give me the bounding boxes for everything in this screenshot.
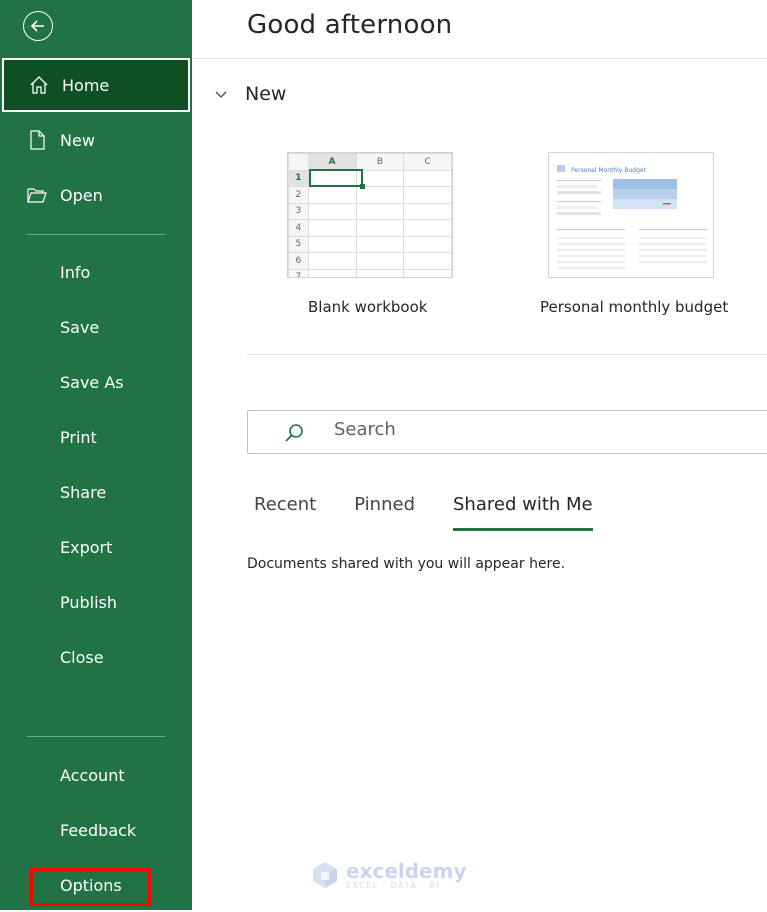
row-header: 6 [288, 252, 309, 270]
sidebar-item-label: Account [60, 765, 125, 785]
column-header: C [403, 153, 452, 171]
budget-preview-title: Personal Monthly Budget [571, 167, 647, 174]
column-header: B [355, 153, 405, 171]
sidebar-item-publish[interactable]: Publish [0, 575, 192, 629]
chevron-down-icon [215, 91, 227, 98]
sidebar-divider [27, 736, 165, 737]
sidebar-item-label: Close [60, 647, 104, 667]
empty-state-message: Documents shared with you will appear he… [247, 556, 566, 572]
sidebar-item-label: Share [60, 482, 107, 502]
home-pane: Good afternoon New A B C 1 2 3 4 5 6 7 B… [192, 0, 767, 910]
back-button[interactable] [23, 11, 53, 41]
budget-preview-graphic: Personal Monthly Budget [557, 165, 707, 269]
file-tabs: Recent Pinned Shared with Me [254, 494, 631, 531]
sidebar-item-save[interactable]: Save [0, 300, 192, 354]
template-label: Blank workbook [308, 298, 428, 316]
sidebar-item-label: Open [60, 185, 103, 205]
row-header: 1 [288, 169, 309, 187]
sidebar-item-close[interactable]: Close [0, 630, 192, 684]
row-header: 5 [288, 235, 309, 253]
sidebar-item-label: New [60, 130, 95, 150]
backstage-sidebar: Home New Open Info Save Save As Print Sh… [0, 0, 192, 910]
template-personal-monthly-budget[interactable]: Personal Monthly Budget Personal monthly… [540, 152, 728, 316]
search-input[interactable] [334, 419, 734, 440]
arrow-left-icon [30, 20, 44, 32]
row-header: 3 [288, 202, 309, 220]
row-header: 2 [288, 186, 309, 204]
header-divider [192, 58, 767, 59]
home-icon [30, 76, 48, 94]
search-box[interactable] [247, 410, 767, 454]
sidebar-item-label: Save [60, 317, 100, 337]
template-label: Personal monthly budget [540, 298, 729, 316]
folder-open-icon [27, 188, 47, 203]
sidebar-item-label: Publish [60, 592, 118, 612]
sidebar-item-label: Print [60, 427, 97, 447]
sidebar-item-label: Info [60, 262, 91, 282]
section-divider [247, 354, 767, 355]
new-section-toggle[interactable]: New [214, 83, 286, 105]
tab-pinned[interactable]: Pinned [354, 494, 415, 530]
sidebar-item-info[interactable]: Info [0, 245, 192, 299]
new-section-title: New [245, 83, 287, 105]
row-header: 7 [288, 268, 309, 277]
tab-shared-with-me[interactable]: Shared with Me [453, 494, 593, 531]
corner-cell [288, 153, 309, 171]
sidebar-item-new[interactable]: New [0, 113, 192, 167]
sidebar-item-label: Home [62, 75, 110, 95]
sidebar-item-print[interactable]: Print [0, 410, 192, 464]
row-header: 4 [288, 219, 309, 237]
sidebar-item-save-as[interactable]: Save As [0, 355, 192, 409]
selected-cell-indicator [309, 169, 365, 189]
search-icon [285, 424, 303, 442]
budget-thumbnail: Personal Monthly Budget [548, 152, 714, 278]
column-header: A [307, 153, 357, 171]
sidebar-item-label: Feedback [60, 820, 137, 840]
template-blank-workbook[interactable]: A B C 1 2 3 4 5 6 7 Blank workbook [287, 152, 453, 316]
sidebar-item-export[interactable]: Export [0, 520, 192, 574]
sidebar-item-account[interactable]: Account [0, 748, 192, 802]
blank-workbook-thumbnail: A B C 1 2 3 4 5 6 7 [287, 152, 453, 278]
sidebar-item-open[interactable]: Open [0, 168, 192, 222]
sidebar-item-home[interactable]: Home [2, 58, 190, 112]
sidebar-item-label: Export [60, 537, 113, 557]
exceldemy-logo-icon [313, 862, 337, 888]
watermark-name: exceldemy [346, 858, 467, 883]
new-document-icon [30, 130, 45, 150]
tab-recent[interactable]: Recent [254, 494, 316, 530]
sidebar-item-label: Save As [60, 372, 124, 392]
options-highlight-box [30, 868, 151, 906]
sidebar-divider [27, 234, 165, 235]
watermark: exceldemy EXCEL · DATA · BI [310, 860, 467, 890]
sidebar-item-feedback[interactable]: Feedback [0, 803, 192, 857]
greeting-title: Good afternoon [247, 10, 453, 40]
sidebar-item-share[interactable]: Share [0, 465, 192, 519]
